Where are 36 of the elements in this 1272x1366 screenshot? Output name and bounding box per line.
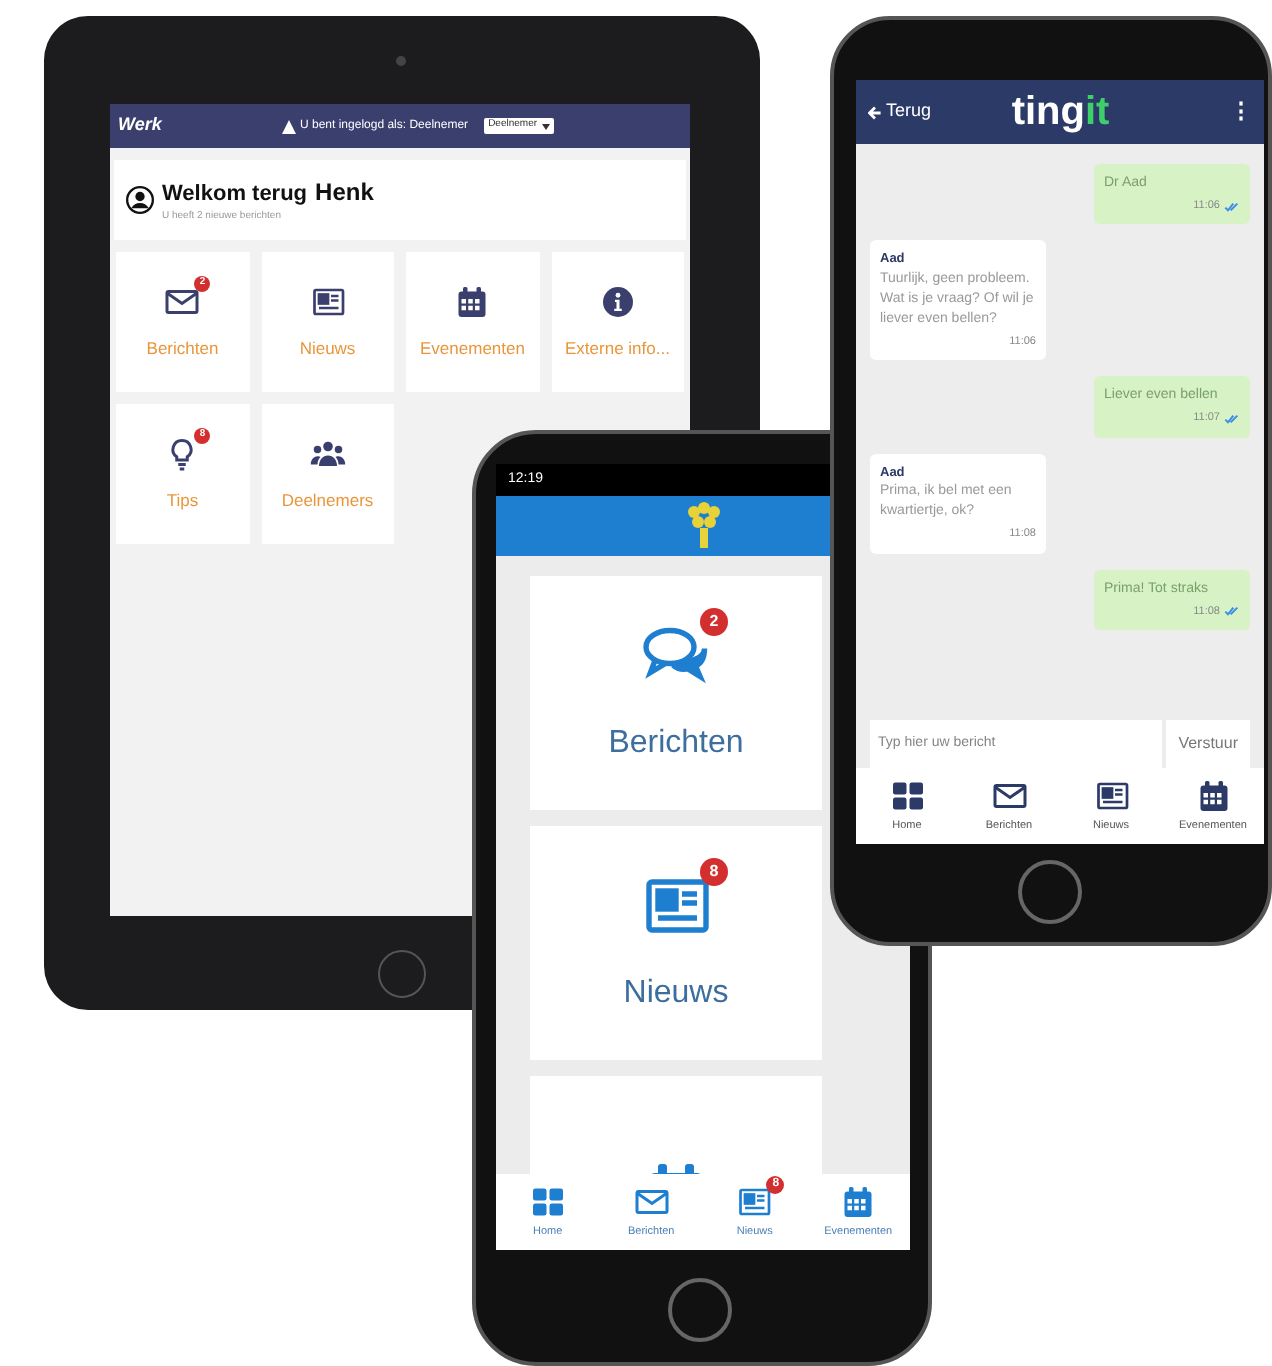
info-icon [599,283,636,320]
newspaper-icon [736,1183,773,1220]
tile-label: Externe info... [565,335,670,361]
tile-label: Nieuws [299,335,356,361]
tile-label: Evenementen [420,335,525,361]
newspaper-icon [1093,777,1129,814]
newspaper-icon [309,283,346,320]
card-label: Nieuws [623,973,729,1013]
grid-icon [889,777,925,814]
calendar-icon [840,1183,877,1220]
flower-logo-icon [683,502,723,550]
calendar-icon [1195,777,1231,814]
user-name: Henk [315,176,374,211]
badge: 8 [700,857,728,885]
logo: Werk [118,112,164,139]
greeting-text: Welkom terug [162,179,308,210]
card-label: Berichten [608,723,744,763]
grid-icon [529,1183,566,1220]
calendar-icon [454,283,491,320]
badge: 2 [700,607,728,635]
tile-label: Deelnemers [281,487,374,513]
back-arrow-icon [868,105,882,119]
tile-label: Tips [166,487,199,513]
back-button[interactable]: Terug [868,98,932,126]
app-logo: tingit [1011,88,1110,138]
menu-card[interactable]: 2 Berichten [530,576,822,810]
menu-button[interactable]: ⋮ [1229,95,1252,129]
home-button[interactable] [668,1278,732,1342]
menu-card[interactable]: 8 Nieuws [530,826,822,1060]
home-button[interactable] [1018,860,1082,924]
caret-icon [541,123,550,129]
tile-label: Berichten [146,335,219,361]
send-button[interactable]: Verstuur [1166,720,1250,768]
warning-icon [282,119,296,133]
home-button[interactable] [378,950,426,998]
user-avatar-icon [126,186,154,214]
